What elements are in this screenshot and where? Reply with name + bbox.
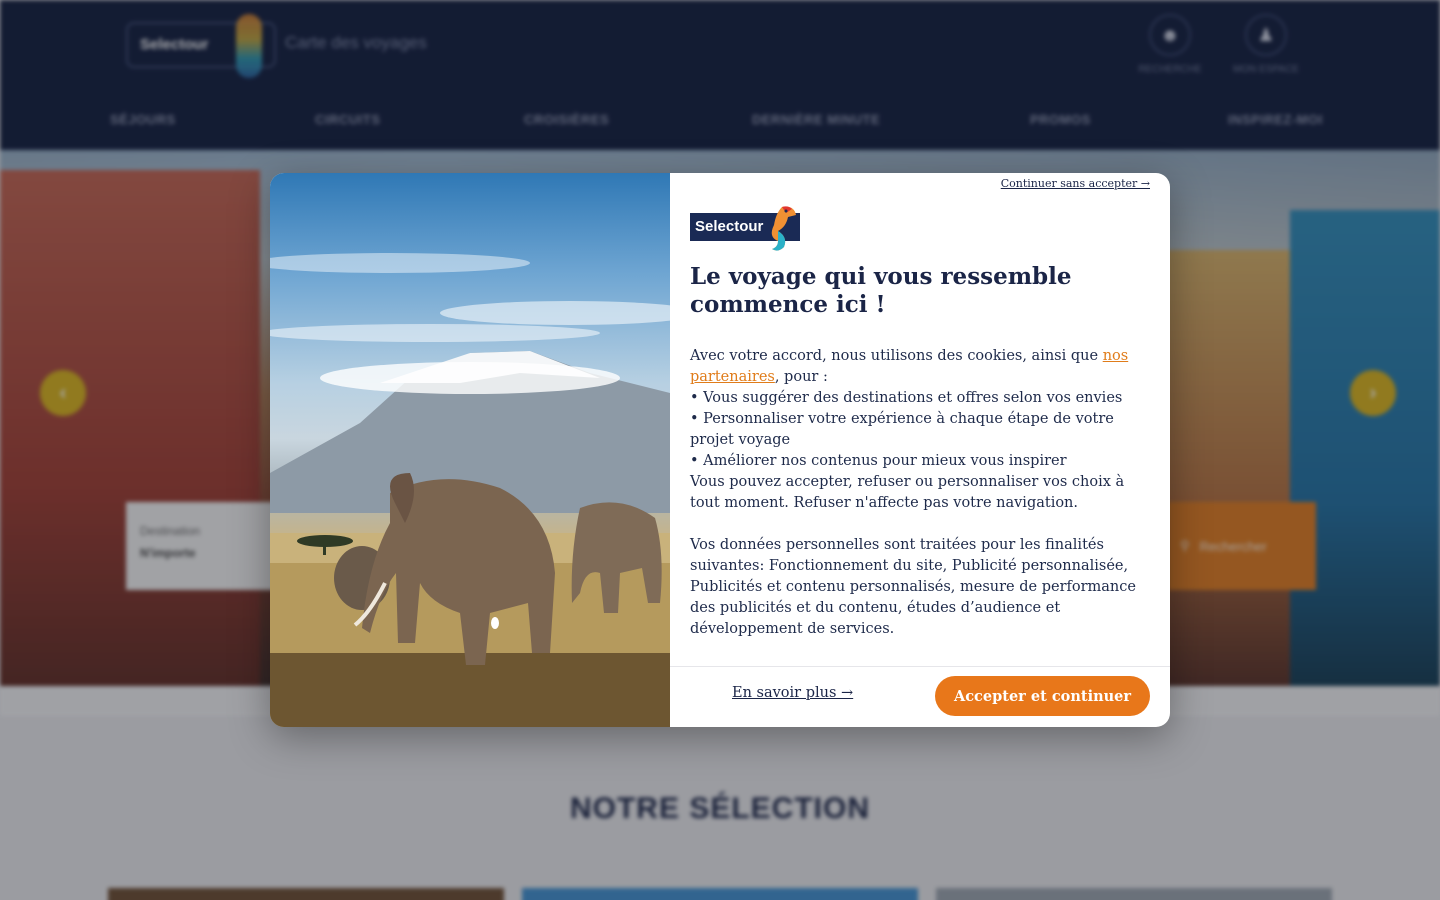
- consent-bullet: • Améliorer nos contenus pour mieux vous…: [690, 453, 1067, 469]
- dialog-title: Le voyage qui vous ressemble commence ic…: [690, 263, 1072, 318]
- elephants-photo: [270, 173, 670, 727]
- continue-without-accepting-link[interactable]: Continuer sans accepter →: [1001, 177, 1150, 190]
- consent-choice-text: Vous pouvez accepter, refuser ou personn…: [690, 474, 1125, 511]
- seahorse-logo-icon: [771, 206, 796, 251]
- learn-more-link[interactable]: En savoir plus →: [732, 685, 853, 701]
- accept-and-continue-button[interactable]: Accepter et continuer: [935, 676, 1150, 716]
- consent-content: Continuer sans accepter → Selectour Le v…: [670, 173, 1170, 727]
- consent-bullet: • Personnaliser votre expérience à chaqu…: [690, 411, 1114, 448]
- consent-purposes-text: Vos données personnelles sont traitées p…: [690, 537, 1136, 637]
- dialog-footer: En savoir plus → Accepter et continuer: [670, 666, 1170, 727]
- cookie-consent-dialog: Continuer sans accepter → Selectour Le v…: [270, 173, 1170, 727]
- consent-text: Avec votre accord, nous utilisons des co…: [690, 346, 1152, 640]
- selectour-logo: Selectour: [690, 203, 802, 255]
- consent-intro: Avec votre accord, nous utilisons des co…: [690, 348, 1129, 385]
- consent-bullet: • Vous suggérer des destinations et offr…: [690, 390, 1123, 406]
